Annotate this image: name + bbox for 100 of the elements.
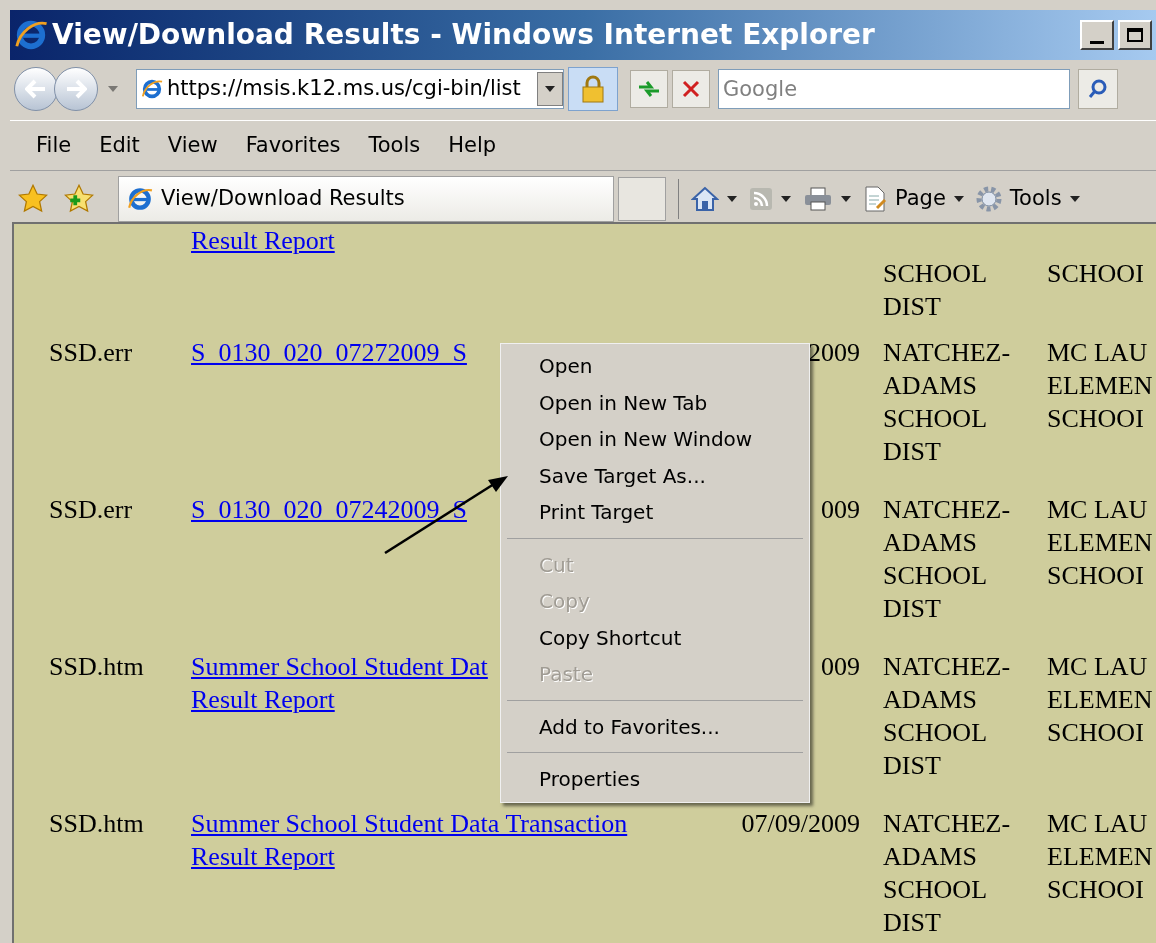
caret-icon <box>108 86 118 92</box>
caret-icon <box>841 195 851 202</box>
back-button[interactable] <box>14 67 58 111</box>
search-icon <box>1088 79 1108 99</box>
result-link[interactable]: Summer School Student Dat <box>191 650 488 683</box>
add-star-icon[interactable] <box>64 183 94 214</box>
file-type: SSD.htm <box>49 809 144 838</box>
search-field[interactable]: Google <box>718 69 1070 109</box>
gear-icon <box>975 185 1002 212</box>
caret-icon <box>781 195 791 202</box>
browser-logo-icon <box>127 185 153 212</box>
star-icon[interactable] <box>18 183 48 214</box>
school-text: ELEMEN <box>1047 684 1153 716</box>
result-link[interactable]: Result Report <box>191 683 335 716</box>
caret-icon <box>545 86 555 92</box>
context-menu-item[interactable]: Open in New Window <box>501 421 809 458</box>
menu-item[interactable]: File <box>22 125 86 166</box>
district-text: DIST <box>883 291 942 323</box>
district-text: SCHOOL <box>883 560 988 592</box>
maximize-button[interactable] <box>1118 20 1152 50</box>
close-icon <box>682 80 700 98</box>
context-menu-item[interactable]: Open in New Tab <box>501 384 809 421</box>
school-text: SCHOOI <box>1047 717 1145 749</box>
date-text: 009 <box>821 495 860 524</box>
school-text: SCHOOI <box>1047 874 1145 906</box>
school-text: SCHOOI <box>1047 258 1144 290</box>
district-text: NATCHEZ- <box>883 651 1012 683</box>
district-text: NATCHEZ- <box>883 808 1012 840</box>
district-text: SCHOOL <box>883 258 988 290</box>
feed-icon <box>749 186 773 211</box>
district-text: SCHOOL <box>883 717 988 749</box>
result-link[interactable]: Summer School Student Data Transaction <box>191 807 628 840</box>
context-menu-item[interactable]: Add to Favorites... <box>501 708 809 745</box>
district-text: ADAMS <box>883 684 978 716</box>
home-icon <box>691 185 719 212</box>
district-text: DIST <box>883 436 942 468</box>
address-field[interactable]: https://msis.k12.ms.us/cgi-bin/list <box>136 69 564 109</box>
date-text: 2009 <box>808 338 860 367</box>
result-link[interactable]: Result Report <box>191 224 335 257</box>
school-text: ELEMEN <box>1047 841 1153 873</box>
menu-item[interactable]: Help <box>434 125 511 166</box>
school-text: ELEMEN <box>1047 370 1153 402</box>
feeds-button[interactable] <box>749 186 791 211</box>
result-link[interactable]: S_0130_020_07272009_S <box>191 336 467 369</box>
result-link[interactable]: Result Report <box>191 840 335 873</box>
district-text: ADAMS <box>883 527 978 559</box>
context-menu-item[interactable]: Copy Shortcut <box>501 619 809 656</box>
security-lock-button[interactable] <box>568 67 618 111</box>
context-menu-item[interactable]: Print Target <box>501 494 809 531</box>
menu-item[interactable]: Tools <box>354 125 435 166</box>
lock-icon <box>581 75 605 103</box>
left-arrow-icon <box>25 79 47 99</box>
right-arrow-icon <box>65 79 87 99</box>
district-text: NATCHEZ- <box>883 337 1012 369</box>
district-text: ADAMS <box>883 841 978 873</box>
page-button[interactable]: Page <box>863 182 964 215</box>
caret-icon <box>727 195 737 202</box>
url-text: https://msis.k12.ms.us/cgi-bin/list <box>167 75 522 103</box>
context-menu-item[interactable]: Open <box>501 348 809 385</box>
print-button[interactable] <box>803 186 851 211</box>
school-text: SCHOOI <box>1047 403 1145 435</box>
school-text: MC LAU <box>1047 337 1149 369</box>
district-text: NATCHEZ- <box>883 494 1012 526</box>
browser-logo-icon <box>14 18 48 52</box>
caret-icon <box>1069 195 1080 202</box>
search-button[interactable] <box>1078 69 1118 109</box>
district-text: SCHOOL <box>883 874 988 906</box>
school-text: ELEMEN <box>1047 527 1153 559</box>
browser-logo-icon <box>141 78 163 100</box>
tools-button[interactable]: Tools <box>975 182 1080 215</box>
district-text: DIST <box>883 593 942 625</box>
context-menu-item[interactable]: Properties <box>501 761 809 798</box>
printer-icon <box>803 186 833 211</box>
school-text: SCHOOI <box>1047 560 1145 592</box>
district-text: DIST <box>883 750 942 782</box>
school-text: MC LAU <box>1047 651 1149 683</box>
district-text: SCHOOL <box>883 403 988 435</box>
page-icon <box>863 185 887 212</box>
file-type: SSD.err <box>49 495 133 524</box>
menu-item[interactable]: Edit <box>85 125 154 166</box>
menu-item[interactable]: Favorites <box>231 125 355 166</box>
school-text: MC LAU <box>1047 808 1149 840</box>
minimize-button[interactable] <box>1080 20 1114 50</box>
window-title: View/Download Results - Windows Internet Explorer <box>52 17 875 53</box>
forward-button[interactable] <box>54 67 98 111</box>
caret-icon <box>953 195 964 202</box>
district-text: DIST <box>883 907 942 939</box>
stop-button[interactable] <box>672 70 710 108</box>
file-type: SSD.err <box>49 338 133 367</box>
refresh-button[interactable] <box>630 70 668 108</box>
context-menu-item[interactable]: Save Target As... <box>501 457 809 494</box>
address-dropdown[interactable] <box>537 72 563 106</box>
refresh-icon <box>637 79 661 99</box>
browser-tab[interactable]: View/Download Results <box>118 175 614 222</box>
menu-item[interactable]: View <box>153 125 232 166</box>
district-text: ADAMS <box>883 370 978 402</box>
date-text: 07/09/2009 <box>741 809 860 838</box>
file-type: SSD.htm <box>49 652 144 681</box>
date-text: 009 <box>821 652 860 681</box>
home-button[interactable] <box>691 185 737 212</box>
